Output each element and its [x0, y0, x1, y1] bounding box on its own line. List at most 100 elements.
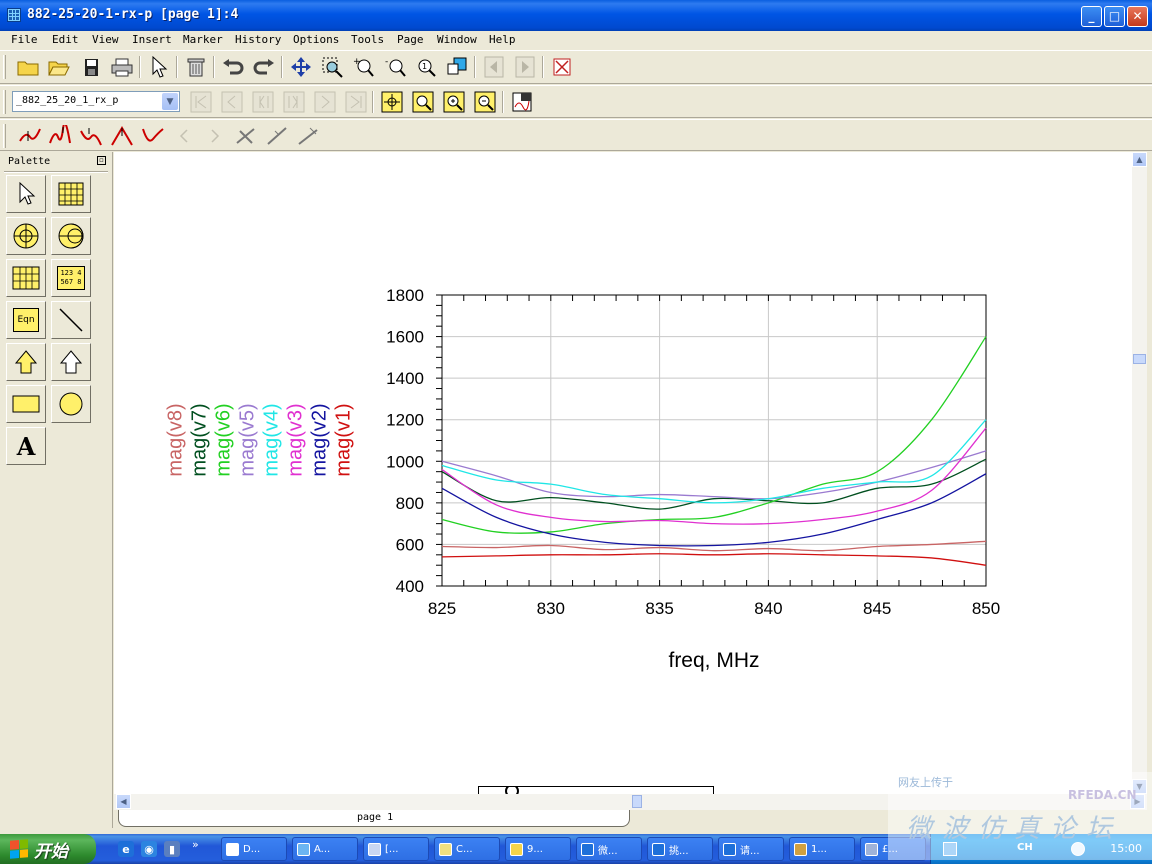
task-button-1[interactable]: D...: [221, 837, 287, 861]
palette-polygon-icon[interactable]: [51, 343, 91, 381]
marker-left-icon[interactable]: [171, 123, 197, 149]
next-page-icon[interactable]: [312, 89, 338, 115]
palette-circle-icon[interactable]: [51, 385, 91, 423]
menu-file[interactable]: File: [11, 33, 38, 46]
prev-marker-icon[interactable]: [250, 89, 276, 115]
menu-window[interactable]: Window: [437, 33, 477, 46]
task-button-3[interactable]: [...: [363, 837, 429, 861]
palette-select-pointer-icon[interactable]: [6, 175, 46, 213]
last-page-icon[interactable]: [343, 89, 369, 115]
prev-page-icon[interactable]: [219, 89, 245, 115]
new-folder-icon[interactable]: [15, 54, 41, 80]
scroll-up-icon[interactable]: ▲: [1132, 152, 1147, 167]
marker-peak-icon[interactable]: [109, 123, 135, 149]
x-tick-label: 840: [754, 599, 782, 618]
palette-line-icon[interactable]: [51, 301, 91, 339]
title-bar[interactable]: 882-25-20-1-rx-p [page 1]:4 _ □ ✕: [0, 0, 1152, 31]
close-button[interactable]: ✕: [1127, 6, 1148, 27]
palette-rectangle-icon[interactable]: [6, 385, 46, 423]
select-pointer-icon[interactable]: [146, 54, 172, 80]
menu-edit[interactable]: Edit: [52, 33, 79, 46]
x-tick-label: 825: [428, 599, 456, 618]
maximize-button[interactable]: □: [1104, 6, 1125, 27]
zoom-plot-out-icon[interactable]: [472, 89, 498, 115]
x-axis-label: freq, MHz: [668, 649, 759, 672]
menu-options[interactable]: Options: [293, 33, 339, 46]
horizontal-scroll-thumb[interactable]: [632, 795, 642, 808]
palette-stacked-plot-icon[interactable]: [6, 259, 46, 297]
zoom-area-icon[interactable]: [319, 54, 345, 80]
task-button-4[interactable]: C...: [434, 837, 500, 861]
chevron-down-icon[interactable]: ▼: [162, 93, 178, 110]
watermark-line-2: 微波仿真论坛: [906, 814, 1123, 844]
toolbar-grip[interactable]: [3, 90, 6, 114]
marker-min-icon[interactable]: [78, 123, 104, 149]
menu-help[interactable]: Help: [489, 33, 516, 46]
marker-line-icon[interactable]: [264, 123, 290, 149]
toolbar-separator: [139, 56, 141, 78]
task-button-5[interactable]: 9...: [505, 837, 571, 861]
zoom-out-icon[interactable]: -: [382, 54, 408, 80]
marker-delta-icon[interactable]: [233, 123, 259, 149]
palette-smith-chart-icon[interactable]: [51, 217, 91, 255]
svg-text:+: +: [353, 57, 361, 67]
palette-polyline-icon[interactable]: [6, 343, 46, 381]
marker-grid-icon[interactable]: [379, 89, 405, 115]
media-quicklaunch-icon[interactable]: ▮: [164, 841, 180, 857]
marker-right-icon[interactable]: [202, 123, 228, 149]
previous-arrow-icon[interactable]: [481, 54, 507, 80]
undo-icon[interactable]: [220, 54, 246, 80]
task-button-7[interactable]: 挑...: [647, 837, 713, 861]
next-marker-icon[interactable]: [281, 89, 307, 115]
toolbar-grip[interactable]: [3, 124, 6, 148]
tab-page-1[interactable]: page 1: [118, 810, 630, 827]
start-button[interactable]: 开始: [0, 834, 96, 864]
next-plot-frame[interactable]: [478, 786, 714, 794]
zoom-in-icon[interactable]: +: [350, 54, 376, 80]
ie-quicklaunch-icon[interactable]: e: [118, 841, 134, 857]
marker-slope-icon[interactable]: [295, 123, 321, 149]
task-button-9[interactable]: 1...: [789, 837, 855, 861]
palette-dock-icon[interactable]: ▫: [97, 156, 106, 165]
vertical-scrollbar[interactable]: ▲ ▼: [1132, 152, 1147, 794]
redo-icon[interactable]: [251, 54, 277, 80]
view-all-icon[interactable]: [444, 54, 470, 80]
menu-insert[interactable]: Insert: [132, 33, 172, 46]
menu-marker[interactable]: Marker: [183, 33, 223, 46]
palette-polar-plot-icon[interactable]: [6, 217, 46, 255]
zoom-plot-in-icon[interactable]: [441, 89, 467, 115]
save-icon[interactable]: [78, 54, 104, 80]
delete-trash-icon[interactable]: [183, 54, 209, 80]
export-plot-icon[interactable]: [509, 89, 535, 115]
palette-text-icon[interactable]: A: [6, 427, 46, 465]
scroll-left-icon[interactable]: ◀: [116, 794, 131, 809]
menu-history[interactable]: History: [235, 33, 281, 46]
start-label: 开始: [34, 841, 68, 862]
zoom-plot-icon[interactable]: [410, 89, 436, 115]
palette-equation-icon[interactable]: Eqn: [6, 301, 46, 339]
menu-view[interactable]: View: [92, 33, 119, 46]
menu-page[interactable]: Page: [397, 33, 424, 46]
stop-x-icon[interactable]: [549, 54, 575, 80]
marker-normal-icon[interactable]: [17, 123, 43, 149]
open-folder-icon[interactable]: [46, 54, 72, 80]
task-button-8[interactable]: 请...: [718, 837, 784, 861]
vertical-scroll-thumb[interactable]: [1133, 354, 1146, 364]
marker-max-icon[interactable]: [47, 123, 73, 149]
next-arrow-icon[interactable]: [512, 54, 538, 80]
print-icon[interactable]: [109, 54, 135, 80]
task-button-6[interactable]: 微...: [576, 837, 642, 861]
toolbar-grip[interactable]: [3, 55, 6, 79]
first-page-icon[interactable]: [188, 89, 214, 115]
task-button-2[interactable]: A...: [292, 837, 358, 861]
menu-tools[interactable]: Tools: [351, 33, 384, 46]
quicklaunch-expand-icon[interactable]: »: [192, 838, 199, 851]
marker-valley-icon[interactable]: [140, 123, 166, 149]
move-arrows-icon[interactable]: [288, 54, 314, 80]
palette-rectangular-plot-icon[interactable]: [51, 175, 91, 213]
zoom-full-icon[interactable]: 1: [413, 54, 439, 80]
desktop-quicklaunch-icon[interactable]: ◉: [141, 841, 157, 857]
minimize-button[interactable]: _: [1081, 6, 1102, 27]
design-select[interactable]: _882_25_20_1_rx_p ▼: [12, 91, 180, 112]
palette-list-icon[interactable]: 123 4 567 8: [51, 259, 91, 297]
